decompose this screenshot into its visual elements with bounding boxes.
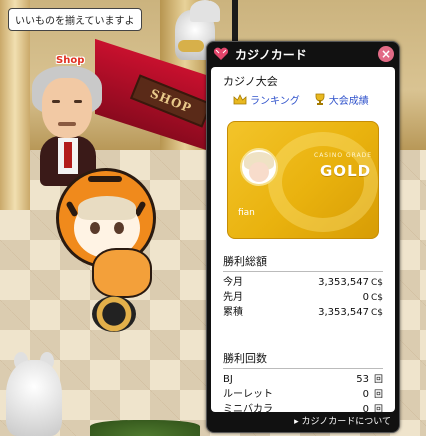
npc-eye-right: [74, 100, 82, 103]
heart-icon: [213, 47, 229, 60]
winnings-row: 今月 3,353,547 C$: [223, 275, 383, 290]
casino-card: CASINO GRADE GOLD fian: [227, 121, 379, 239]
row-label: ミニバカラ: [223, 404, 273, 415]
avatar-face: [249, 162, 269, 182]
winnings-row: 累積 3,353,547 C$: [223, 305, 383, 320]
row-label: BJ: [223, 374, 233, 385]
winnings-heading: 勝利総額: [223, 253, 383, 272]
ranking-link-label: ランキング: [250, 96, 300, 107]
row-label: 累積: [223, 307, 243, 318]
gold-item: [178, 40, 204, 52]
row-label: ルーレット: [223, 389, 273, 400]
tournament-title: カジノ大会: [223, 75, 278, 88]
row-value: 3,353,547: [318, 307, 369, 318]
row-unit: C$: [370, 293, 383, 303]
row-unit: C$: [370, 308, 383, 318]
npc-name-label: Shop: [56, 55, 85, 66]
panel-title: カジノカード: [235, 47, 307, 62]
trophy-icon: [315, 93, 325, 105]
white-ghost-statue: [6, 360, 62, 436]
row-label: 今月: [223, 277, 243, 288]
card-grade-label: CASINO GRADE: [314, 152, 373, 159]
npc-mouth: [58, 122, 76, 126]
avatar-eye-right: [114, 222, 124, 234]
card-grade: GOLD: [320, 162, 372, 180]
gold-pillar: [0, 0, 30, 210]
wins-row: BJ 53 回: [223, 372, 383, 387]
tiger-stripe: [88, 176, 122, 182]
row-unit: 回: [373, 390, 383, 400]
winnings-section: 勝利総額 今月 3,353,547 C$ 先月 0 C$ 累積 3,353,547 C…: [223, 253, 383, 320]
card-user-name: fian: [238, 208, 255, 218]
results-link-label: 大会成績: [328, 96, 369, 107]
speech-bubble: いいものを揃えていますよ: [8, 8, 142, 31]
casino-card-panel: カジノカード × カジノ大会 ランキング 大会成績 CASINO GRADE G…: [206, 41, 400, 433]
segway-wheel: [92, 296, 136, 332]
plant-decoration: [90, 420, 200, 436]
wins-row: ルーレット 0回: [223, 387, 383, 402]
npc-tie: [64, 142, 72, 168]
wins-heading: 勝利回数: [223, 350, 383, 369]
results-link[interactable]: 大会成績: [314, 92, 369, 107]
row-value: 53: [356, 374, 369, 385]
npc-face: [42, 78, 92, 138]
avatar-eye-left: [90, 222, 100, 234]
wins-section: 勝利回数 BJ 53 回 ルーレット 0回 ミニバカラ 0回: [223, 350, 383, 417]
card-avatar: [240, 148, 278, 186]
row-unit: C$: [370, 278, 383, 288]
winnings-row: 先月 0 C$: [223, 290, 383, 305]
row-label: 先月: [223, 292, 243, 303]
close-icon[interactable]: ×: [378, 46, 394, 62]
tiger-cub-plush: [92, 248, 152, 298]
row-unit: 回: [373, 375, 383, 385]
npc-eye-left: [52, 100, 60, 103]
crown-icon: [233, 93, 247, 104]
avatar-hair: [78, 196, 136, 220]
link-row: ランキング 大会成績: [233, 92, 383, 107]
ranking-link[interactable]: ランキング: [233, 92, 300, 107]
statue-head: [190, 0, 220, 22]
card-swirl-decoration: [268, 132, 378, 232]
about-card-link[interactable]: ▸ カジノカードについて: [294, 414, 391, 427]
row-value: 3,353,547: [318, 277, 369, 288]
panel-body: カジノ大会 ランキング 大会成績 CASINO GRADE GOLD fian …: [211, 67, 395, 415]
panel-header: カジノカード ×: [207, 42, 399, 66]
